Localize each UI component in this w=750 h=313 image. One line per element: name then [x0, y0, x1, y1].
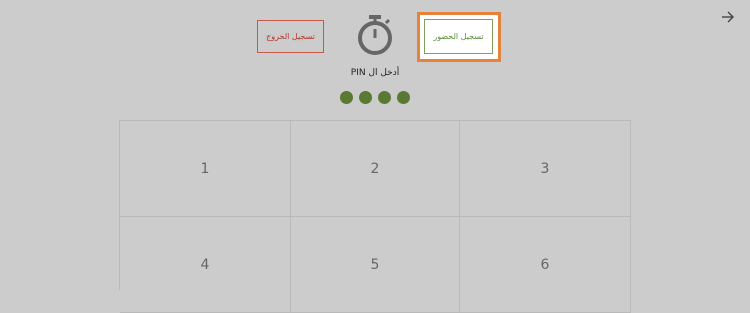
- pin-dot: [378, 91, 391, 104]
- pin-dot: [340, 91, 353, 104]
- pin-dot: [359, 91, 372, 104]
- back-arrow-button[interactable]: [717, 8, 739, 26]
- pin-dots: [340, 91, 410, 104]
- pin-dot: [397, 91, 410, 104]
- pin-keypad: 1 2 3 4 5 6: [119, 120, 631, 313]
- stopwatch-icon: [356, 14, 394, 56]
- key-5[interactable]: 5: [291, 217, 460, 313]
- arrow-right-icon: [722, 11, 734, 23]
- checkin-button[interactable]: تسجيل الحضور: [424, 19, 493, 54]
- pin-label: أدخل ال PIN: [350, 68, 400, 78]
- key-6[interactable]: 6: [460, 217, 631, 313]
- key-4[interactable]: 4: [120, 217, 291, 313]
- key-2[interactable]: 2: [291, 121, 460, 217]
- key-1[interactable]: 1: [120, 121, 291, 217]
- key-3[interactable]: 3: [460, 121, 631, 217]
- checkout-button[interactable]: تسجيل الخروج: [257, 20, 324, 53]
